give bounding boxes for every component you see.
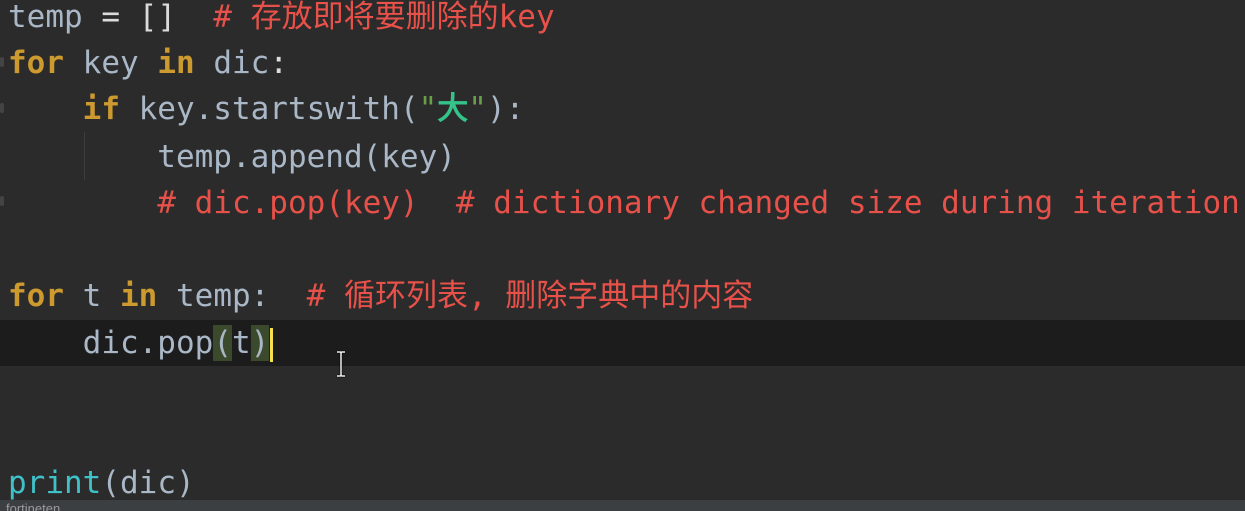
token: temp: (157, 278, 270, 314)
bottom-toolbar: fortineten (0, 500, 1245, 511)
code-comment: # 存放即将要删除的key (175, 0, 555, 35)
token: temp.append(key) (8, 139, 456, 175)
token: ): (486, 91, 525, 127)
token: : (269, 45, 288, 81)
code-line-4[interactable]: temp.append(key) (8, 134, 1245, 180)
string-literal: 大 (437, 91, 469, 127)
code-line-2[interactable]: for key in dic: (8, 40, 1245, 86)
keyword-token: in (157, 45, 195, 81)
token: (dic) (101, 465, 195, 501)
builtin-token: print (8, 465, 102, 501)
code-line-5[interactable]: # dic.pop(key) # dictionary changed size… (8, 180, 1245, 226)
code-comment: # 循环列表, 删除字典中的内容 (269, 278, 754, 314)
text-caret (270, 327, 274, 362)
keyword-token: for (8, 278, 64, 314)
keyword-token: for (8, 45, 64, 81)
code-line-8[interactable]: dic.pop(t) (8, 320, 1245, 366)
fold-marker[interactable] (0, 196, 4, 206)
token: key.startswith( (119, 91, 419, 127)
token: temp (8, 0, 83, 35)
token: t (64, 278, 120, 314)
token: [] (138, 0, 176, 35)
token: dic (194, 45, 270, 81)
token: = (82, 0, 139, 35)
fold-marker[interactable] (0, 57, 4, 67)
string-quote: " (418, 91, 438, 127)
code-comment: # dic.pop(key) # dictionary changed size… (8, 185, 1240, 221)
code-line-3[interactable]: if key.startswith("大"): (8, 86, 1245, 132)
keyword-token: if (82, 91, 120, 127)
code-line-7[interactable]: for t in temp: # 循环列表, 删除字典中的内容 (8, 273, 1245, 319)
keyword-token: in (120, 278, 158, 314)
code-editor[interactable]: temp = [] # 存放即将要删除的key for key in dic: … (0, 0, 1245, 511)
token: t (231, 325, 251, 361)
token: key (64, 45, 158, 81)
matched-paren: ) (250, 325, 270, 361)
matched-paren: ( (213, 325, 232, 361)
string-quote: " (468, 91, 487, 127)
text-ibeam-icon (337, 350, 345, 378)
token: dic.pop (8, 325, 214, 361)
code-line-1[interactable]: temp = [] # 存放即将要删除的key (8, 0, 1245, 40)
bottom-toolbar-text: fortineten (6, 501, 61, 511)
fold-marker[interactable] (0, 103, 4, 113)
